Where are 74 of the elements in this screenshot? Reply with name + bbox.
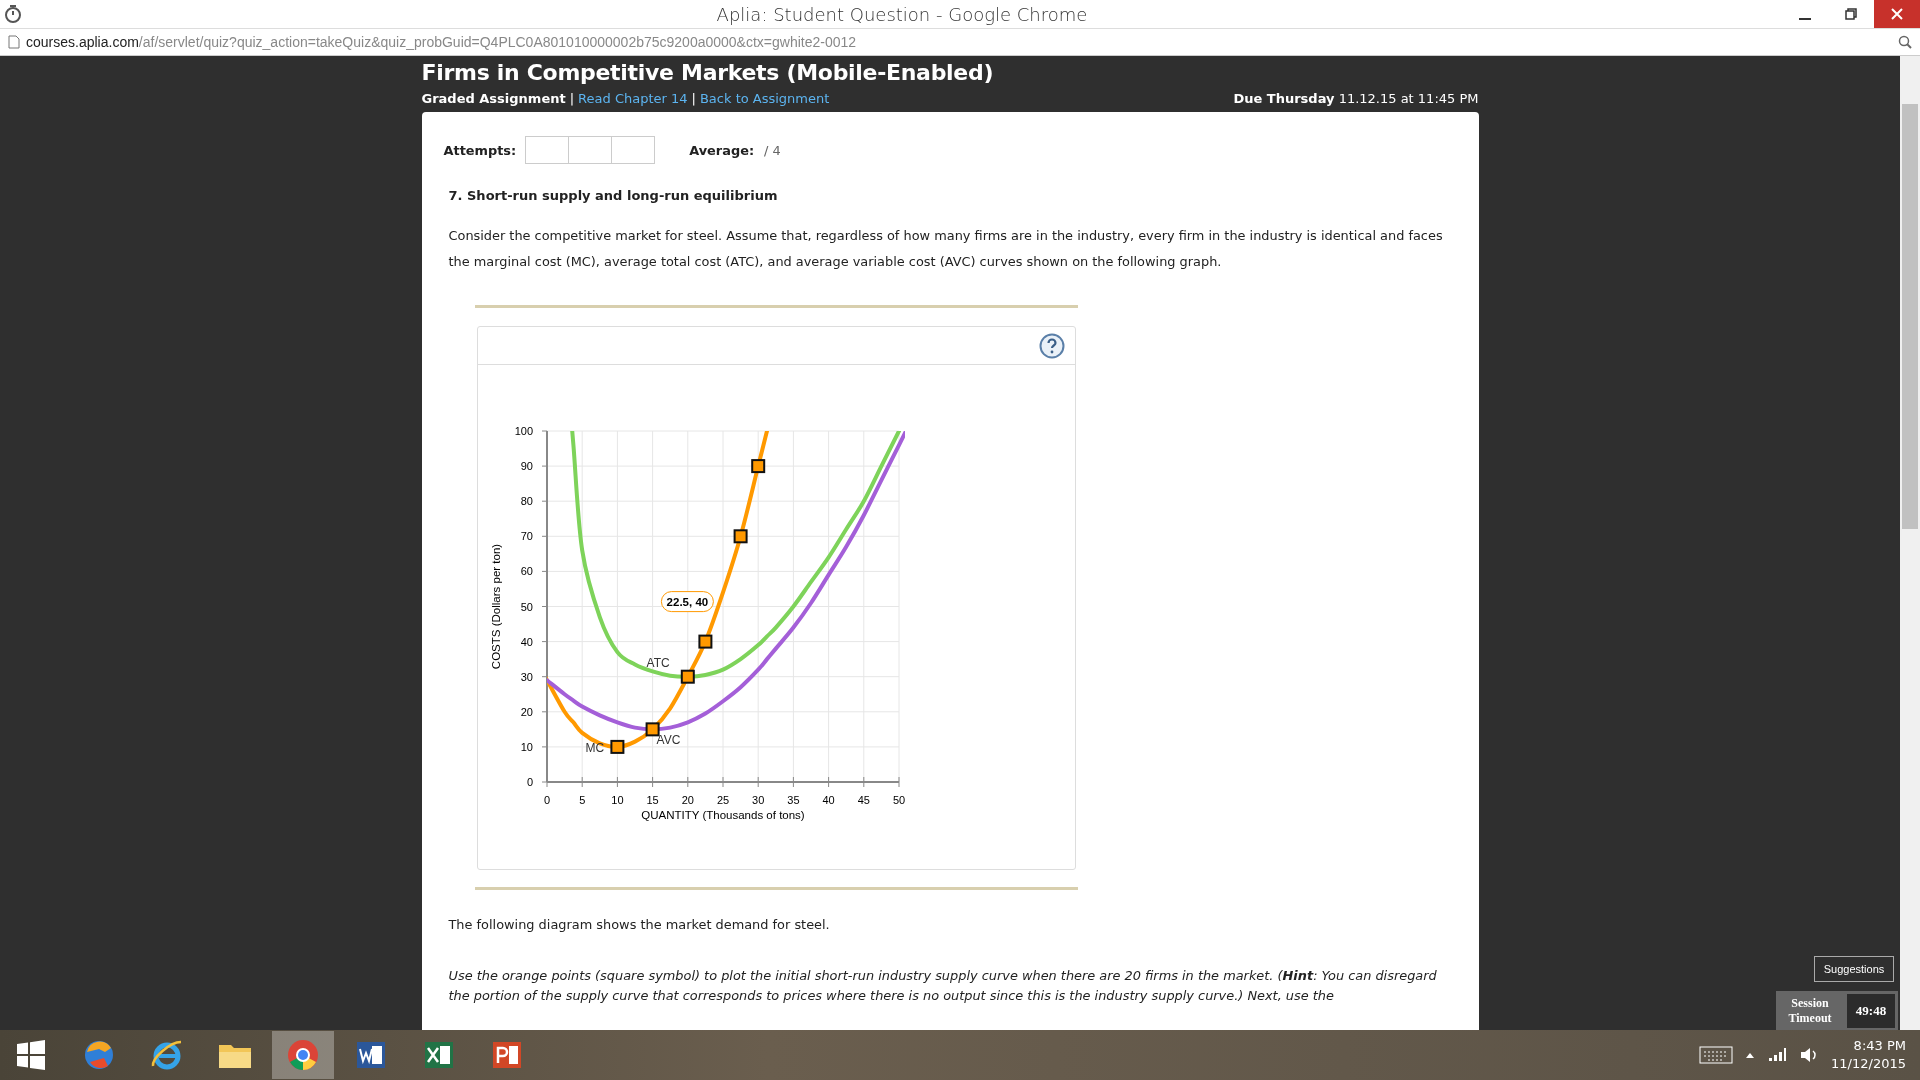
separator: | [569,91,575,106]
restore-icon [1845,8,1857,20]
square-point[interactable] [680,669,695,684]
x-axis-title: QUANTITY (Thousands of tons) [640,809,805,821]
x-tick-label: 45 [857,794,870,806]
question-text: Consider the competitive market for steel. Assume that, regardless of how many firms are in the industry, every firm in the industry is identical and faces the marginal cost (MC), average total cost (ATC), and average variable cost (AVC) curves shown on the following graph. [448,227,1444,271]
y-tick-label: 90 [520,460,533,473]
presentation-app-icon [491,1039,523,1071]
square-point[interactable] [645,722,660,737]
y-tick-label: 70 [520,530,533,543]
curve-label: AVC [656,733,680,748]
curve-label: ATC [646,656,670,671]
assignment-type: Graded Assignment [421,91,566,106]
suggestions-button[interactable]: Suggestions [1814,956,1894,982]
square-point[interactable] [609,739,624,754]
y-tick-label: 80 [520,495,533,508]
x-tick-label: 15 [645,794,659,806]
attempt-box [525,136,570,164]
window-title: Aplia: Student Question - Google Chrome [715,3,1089,25]
help-icon[interactable] [1038,332,1065,359]
clock-date: 11/12/2015 [1831,1055,1906,1073]
y-tick-label: 50 [520,600,533,613]
globe-icon [82,1038,116,1072]
y-axis-title: COSTS (Dollars per ton) [489,543,502,670]
spreadsheet-app-icon [423,1039,455,1071]
demand-text: The following diagram shows the market demand for steel. [448,916,831,934]
x-tick-label: 0 [543,794,550,806]
attempt-box [611,136,656,164]
clock-time: 8:43 PM [1853,1037,1906,1055]
square-point[interactable] [733,529,748,544]
windows-logo-icon [16,1040,46,1070]
average-label: Average: [689,142,755,158]
search-icon[interactable] [1898,35,1912,49]
question-title: 7. Short-run supply and long-run equilibrium [448,188,779,203]
curve-label: MC [584,740,604,755]
y-tick-label: 0 [526,776,533,788]
y-tick-label: 10 [520,740,533,753]
chapter-link[interactable]: Read Chapter 14 [578,91,688,106]
square-point[interactable] [697,634,712,649]
x-tick-label: 20 [681,794,694,806]
point-tooltip: 22.5, 40 [660,591,714,613]
attempts-label: Attempts: [443,142,517,158]
app-icon [4,5,22,23]
keyboard-icon[interactable] [1699,1046,1734,1064]
attempt-box [568,136,613,164]
square-point[interactable] [750,459,765,474]
x-tick-label: 40 [821,794,835,806]
session-label: Session Timeout [1787,996,1833,1026]
y-tick-label: 30 [520,670,533,683]
scrollbar[interactable] [1900,56,1920,1030]
x-tick-label: 50 [892,794,905,806]
assignment-link[interactable]: Back to Assignment [699,91,830,106]
due-date: Due Thursday 11.12.15 at 11:45 PM [1233,91,1479,106]
x-tick-label: 5 [578,794,585,806]
page-title: Firms in Competitive Markets (Mobile-Enabled) [421,60,995,85]
y-tick-label: 60 [520,565,533,578]
page-icon [8,35,20,49]
y-tick-label: 100 [514,425,533,437]
network-icon[interactable] [1767,1047,1788,1063]
x-tick-label: 35 [786,794,800,806]
close-icon [1891,8,1903,20]
instructions-text: Use the orange points (square symbol) to plot the initial short-run industry supply curve when there are 20 firms in the market. (Hint: You can disregard the portion of the supply curve that corresponds to prices where there is no output since this is the industry supply curve.) Next, use the [448,967,1438,1005]
x-tick-label: 30 [751,794,764,806]
x-tick-label: 25 [716,794,729,806]
session-timer: 49:48 [1847,994,1895,1028]
close-button[interactable] [1874,0,1920,28]
caret-up-icon[interactable] [1745,1051,1756,1059]
x-tick-label: 10 [610,794,624,806]
minimize-icon [1799,18,1811,20]
y-tick-label: 40 [520,635,533,648]
average-value: / 4 [764,142,781,158]
separator: | [691,91,696,106]
document-app-icon [355,1039,387,1071]
y-tick-label: 20 [520,705,533,718]
